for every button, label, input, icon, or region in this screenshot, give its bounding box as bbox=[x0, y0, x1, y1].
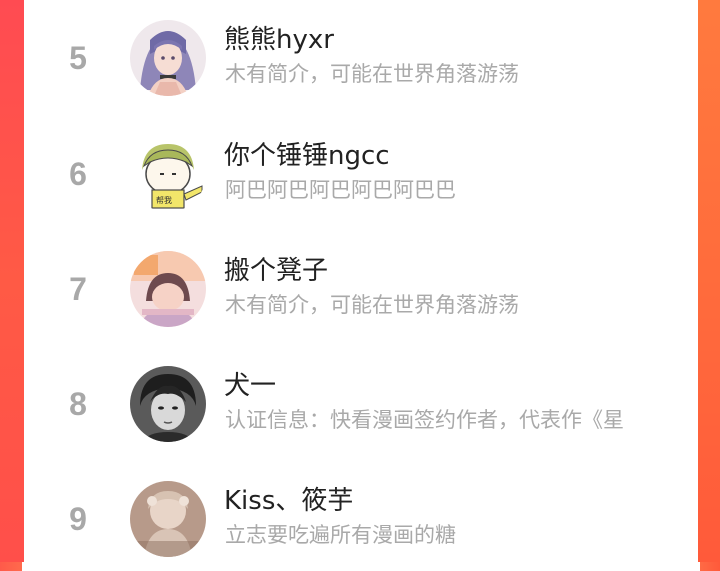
anime-girl-avatar-icon[interactable] bbox=[130, 20, 206, 96]
left-accent-border bbox=[0, 0, 24, 562]
monochrome-portrait-avatar-icon[interactable] bbox=[130, 366, 206, 442]
rank-number: 6 bbox=[69, 156, 87, 192]
user-name[interactable]: 犬一 bbox=[224, 370, 276, 402]
user-name[interactable]: 你个锤锤ngcc bbox=[224, 140, 390, 172]
user-bio: 阿巴阿巴阿巴阿巴阿巴巴 bbox=[225, 178, 456, 202]
list-item[interactable]: 6 帮我 你个锤锤ngcc 阿巴阿巴阿巴阿巴阿巴巴 bbox=[24, 110, 698, 226]
cartoon-green-hair-avatar-icon[interactable]: 帮我 bbox=[130, 136, 206, 212]
list-item[interactable]: 9 Kiss、筱芋 立志要吃遍所有漫画的糖 bbox=[24, 455, 698, 571]
rank-number: 5 bbox=[69, 40, 87, 76]
svg-text:帮我: 帮我 bbox=[156, 195, 172, 205]
cartoon-girl-pink-avatar-icon[interactable] bbox=[130, 251, 206, 327]
user-name[interactable]: 熊熊hyxr bbox=[224, 24, 334, 56]
user-name[interactable]: Kiss、筱芋 bbox=[224, 485, 353, 517]
list-item[interactable]: 5 熊熊hyxr 木有简介，可能在世界角落游荡 bbox=[24, 0, 698, 110]
user-bio: 木有简介，可能在世界角落游荡 bbox=[225, 62, 519, 86]
user-name[interactable]: 搬个凳子 bbox=[224, 255, 328, 287]
user-bio: 木有简介，可能在世界角落游荡 bbox=[225, 293, 519, 317]
sepia-photo-avatar-icon[interactable] bbox=[130, 481, 206, 557]
rank-number: 8 bbox=[69, 386, 87, 422]
right-accent-border bbox=[698, 0, 720, 562]
ranking-list: 5 熊熊hyxr 木有简介，可能在世界角落游荡 6 帮我 你个锤锤ngcc 阿巴… bbox=[24, 0, 698, 562]
list-item[interactable]: 8 犬一 认证信息：快看漫画签约作者，代表作《星 bbox=[24, 340, 698, 456]
user-bio: 认证信息：快看漫画签约作者，代表作《星 bbox=[225, 408, 624, 432]
user-bio: 立志要吃遍所有漫画的糖 bbox=[225, 523, 456, 547]
rank-number: 7 bbox=[69, 271, 87, 307]
list-item[interactable]: 7 搬个凳子 木有简介，可能在世界角落游荡 bbox=[24, 225, 698, 341]
rank-number: 9 bbox=[69, 501, 87, 537]
